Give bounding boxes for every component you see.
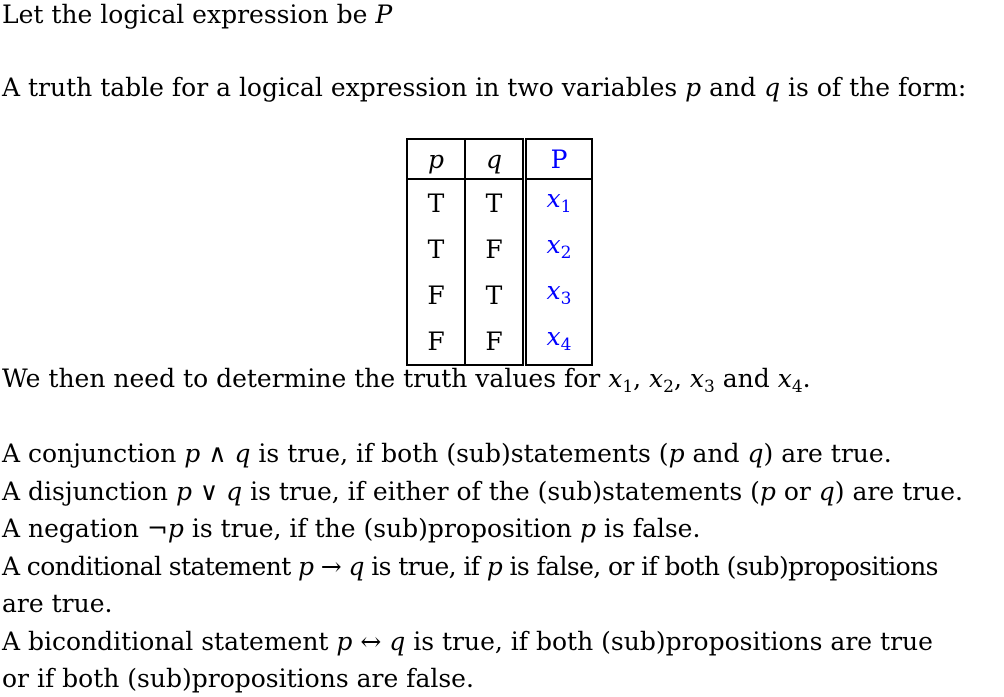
cell-result: x3 bbox=[524, 272, 593, 318]
rule-text: A conjunction bbox=[2, 439, 185, 468]
intro-line: Let the logical expression be P bbox=[2, 0, 392, 30]
rule-text: or if both (sub)propositions are false. bbox=[2, 664, 474, 693]
rule-text: are true. bbox=[2, 589, 113, 618]
variable-p: p bbox=[685, 73, 702, 102]
comma: , bbox=[673, 364, 690, 393]
x-var: x bbox=[608, 364, 623, 393]
header-q: q bbox=[465, 138, 527, 180]
rule-expression: p ∨ q bbox=[175, 477, 243, 506]
rule-text: A biconditional statement bbox=[2, 627, 337, 656]
variable-p: p bbox=[759, 477, 776, 506]
rule-text: is true, if both (sub)statements ( bbox=[250, 439, 669, 468]
rule-text: is false, or if both (sub)propositions bbox=[502, 552, 939, 581]
cell-p: T bbox=[406, 179, 466, 226]
variable-p: p bbox=[668, 439, 685, 468]
cell-q: T bbox=[465, 272, 527, 318]
description-text: A truth table for a logical expression i… bbox=[2, 73, 686, 102]
rule-expression: p ↔ q bbox=[336, 627, 406, 656]
period: . bbox=[802, 364, 811, 393]
truth-table-description: A truth table for a logical expression i… bbox=[2, 73, 966, 103]
comma: , bbox=[633, 364, 650, 393]
rule-text: and bbox=[684, 439, 748, 468]
table-row: T T x1 bbox=[406, 179, 593, 226]
x-subscript: 4 bbox=[791, 377, 803, 397]
cell-q: F bbox=[465, 318, 527, 366]
description-end: is of the form: bbox=[780, 73, 967, 102]
x-var: x bbox=[777, 364, 792, 393]
and-text: and bbox=[714, 364, 778, 393]
rule-text: A conditional statement bbox=[2, 552, 299, 581]
cell-q: T bbox=[465, 179, 527, 226]
header-P: P bbox=[524, 138, 593, 180]
result-var: x bbox=[546, 230, 561, 259]
variable-q: q bbox=[764, 73, 781, 102]
rule-conjunction: A conjunction p ∧ q is true, if both (su… bbox=[2, 439, 892, 469]
rule-biconditional: A biconditional statement p ↔ q is true,… bbox=[2, 627, 933, 657]
cell-p: T bbox=[406, 226, 466, 272]
variable-q: q bbox=[747, 439, 764, 468]
result-var: x bbox=[546, 184, 561, 213]
rule-expression: ¬p bbox=[146, 514, 184, 543]
x-var: x bbox=[689, 364, 704, 393]
and-text: and bbox=[701, 73, 765, 102]
x-var: x bbox=[649, 364, 664, 393]
cell-q: F bbox=[465, 226, 527, 272]
cell-result: x4 bbox=[524, 318, 593, 366]
result-subscript: 1 bbox=[560, 197, 572, 217]
variable-q: q bbox=[818, 477, 835, 506]
rule-negation: A negation ¬p is true, if the (sub)propo… bbox=[2, 514, 700, 544]
x-subscript: 3 bbox=[704, 377, 715, 397]
cell-p: F bbox=[406, 318, 466, 366]
table-row: T F x2 bbox=[406, 226, 593, 272]
cell-result: x2 bbox=[524, 226, 593, 272]
rule-text: or bbox=[775, 477, 819, 506]
result-subscript: 3 bbox=[560, 289, 572, 309]
rule-text: ) are true. bbox=[834, 477, 963, 506]
rule-text: ) are true. bbox=[763, 439, 892, 468]
determine-text: We then need to determine the truth valu… bbox=[2, 364, 609, 393]
cell-result: x1 bbox=[524, 179, 593, 226]
rule-text: A negation bbox=[2, 514, 147, 543]
result-subscript: 2 bbox=[560, 243, 572, 263]
header-p: p bbox=[406, 138, 466, 180]
determine-line: We then need to determine the truth valu… bbox=[2, 364, 811, 402]
rule-biconditional-continued: or if both (sub)propositions are false. bbox=[2, 664, 474, 694]
rule-text: is true, if bbox=[363, 552, 487, 581]
rule-text: is false. bbox=[595, 514, 701, 543]
variable-p: p bbox=[486, 552, 503, 581]
result-var: x bbox=[546, 322, 561, 351]
x-subscript: 2 bbox=[663, 377, 674, 397]
rule-disjunction: A disjunction p ∨ q is true, if either o… bbox=[2, 477, 963, 507]
rule-expression: p → q bbox=[298, 552, 364, 581]
rule-text: A disjunction bbox=[2, 477, 176, 506]
expression-variable: P bbox=[375, 0, 393, 29]
table-row: F F x4 bbox=[406, 318, 593, 366]
rule-text: is true, if either of the (sub)statement… bbox=[242, 477, 760, 506]
table-row: F T x3 bbox=[406, 272, 593, 318]
rule-expression: p ∧ q bbox=[184, 439, 251, 468]
intro-text: Let the logical expression be bbox=[2, 0, 376, 29]
table-header-row: p q P bbox=[406, 138, 593, 180]
rule-text: is true, if the (sub)proposition bbox=[183, 514, 580, 543]
result-subscript: 4 bbox=[560, 335, 572, 355]
variable-p: p bbox=[579, 514, 596, 543]
x-subscript: 1 bbox=[622, 377, 634, 397]
rule-conditional-continued: are true. bbox=[2, 589, 112, 619]
truth-table: p q P T T x1 T F x2 F T x3 F F x4 bbox=[406, 138, 593, 366]
result-var: x bbox=[546, 276, 561, 305]
cell-p: F bbox=[406, 272, 466, 318]
rule-conditional: A conditional statement p → q is true, i… bbox=[2, 552, 938, 582]
rule-text: is true, if both (sub)propositions are t… bbox=[405, 627, 933, 656]
